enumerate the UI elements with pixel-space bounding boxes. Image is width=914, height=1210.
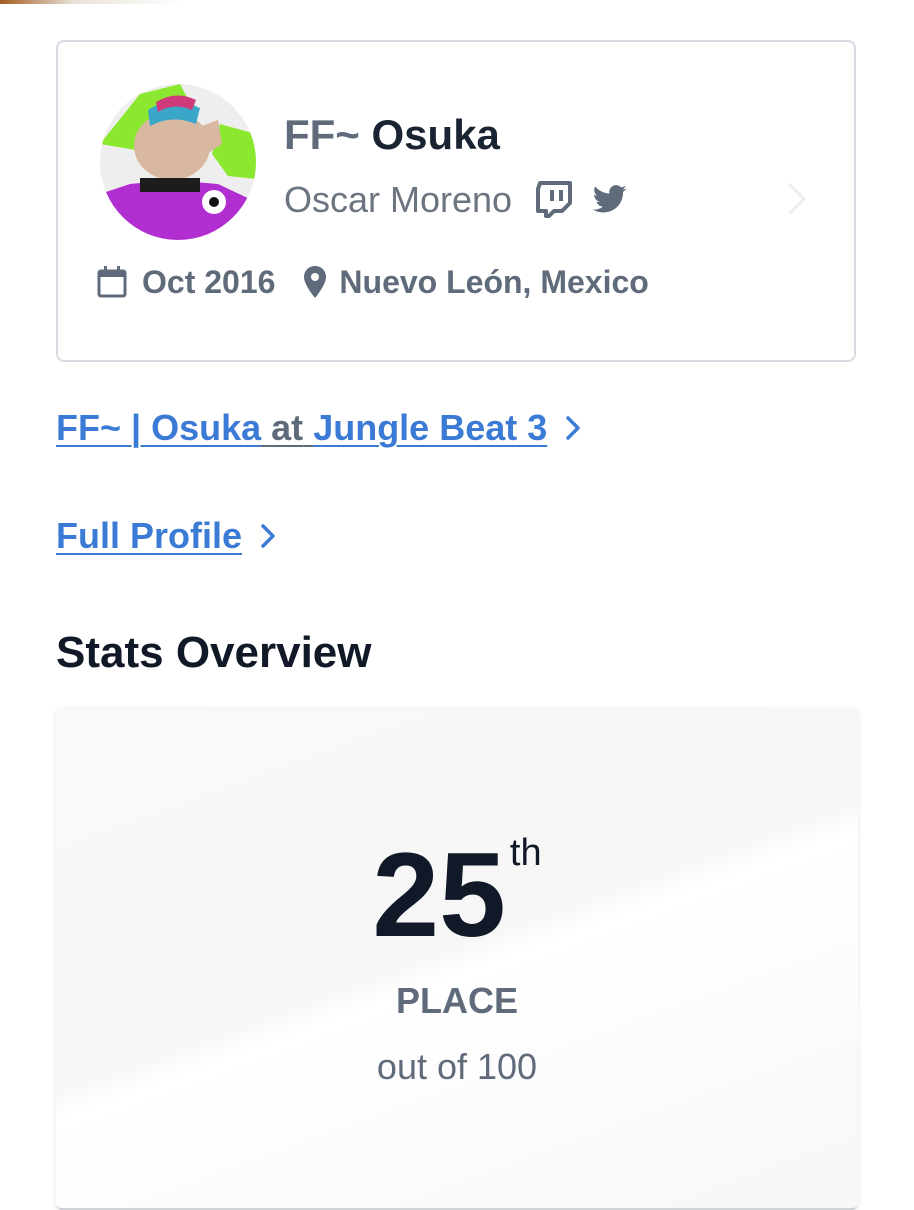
real-name-row: Oscar Moreno: [284, 178, 628, 222]
card-chevron-right-icon[interactable]: [786, 182, 808, 221]
gamer-tag-prefix: FF~: [284, 111, 360, 158]
placement-value: 25th: [56, 830, 858, 960]
location: Nuevo León, Mexico: [339, 263, 649, 300]
real-name: Oscar Moreno: [284, 179, 513, 220]
gamer-tag: FF~ Osuka: [284, 110, 500, 160]
placement-label: PLACE: [395, 980, 518, 1021]
placement-suffix: th: [509, 832, 542, 874]
placement-out-of: out of 100: [376, 1046, 538, 1087]
placement-number: 25: [372, 828, 506, 962]
calendar-icon: [96, 265, 128, 299]
avatar: [100, 84, 256, 240]
placement-card: 25th PLACE out of 100: [56, 710, 858, 1210]
stats-overview-title: Stats Overview: [56, 628, 372, 677]
profile-card[interactable]: FF~ Osuka Oscar Moreno Oct 2016 Nuevo Le…: [56, 40, 856, 362]
event-name-link[interactable]: Jungle Beat 3: [313, 407, 547, 449]
avatar-image: [100, 84, 256, 240]
gamer-tag-name: Osuka: [371, 111, 500, 158]
joined-date: Oct 2016: [142, 263, 276, 300]
meta-row: Oct 2016 Nuevo León, Mexico: [96, 260, 649, 304]
full-profile-label[interactable]: Full Profile: [56, 515, 242, 557]
top-edge-accent: [0, 0, 914, 4]
event-connector: at: [271, 407, 304, 448]
full-profile-link[interactable]: Full Profile: [56, 514, 276, 558]
chevron-right-icon: [260, 523, 276, 549]
location-pin-icon: [303, 265, 327, 299]
twitter-icon[interactable]: [592, 185, 628, 215]
entrant-name-link[interactable]: FF~ | Osuka: [56, 407, 261, 449]
twitch-icon[interactable]: [536, 181, 573, 219]
chevron-right-icon: [565, 415, 581, 441]
event-entrant-link[interactable]: FF~ | Osuka at Jungle Beat 3: [56, 406, 581, 450]
